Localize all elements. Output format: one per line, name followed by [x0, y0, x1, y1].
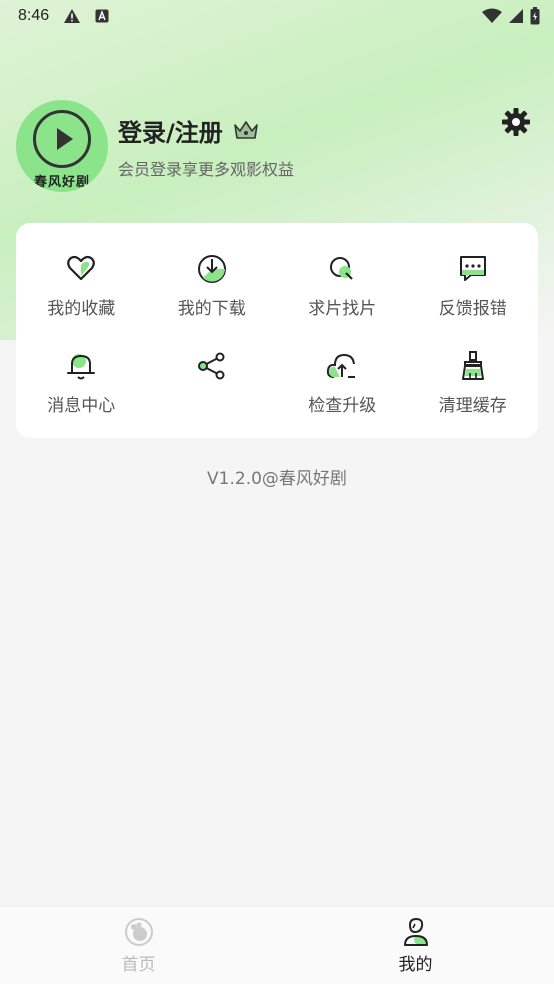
menu-item-share[interactable] — [147, 333, 278, 431]
tab-label: 首页 — [121, 955, 156, 975]
menu-label: 我的收藏 — [47, 298, 116, 319]
login-title[interactable]: 登录/注册 — [118, 113, 223, 148]
menu-label: 求片找片 — [308, 298, 377, 319]
menu-item-request[interactable]: 求片找片 — [277, 235, 408, 333]
avatar[interactable]: 春风好剧 — [16, 100, 108, 192]
upgrade-icon — [327, 354, 356, 379]
feedback-icon — [459, 255, 486, 281]
profile-text: 登录/注册 会员登录享更多观影权益 — [118, 112, 536, 180]
search-film-icon — [330, 256, 354, 280]
menu-grid: 我的收藏 我的下载 求片找片 反馈报错 消息中心 检查升级 清理缓存 — [16, 223, 538, 438]
play-icon — [57, 128, 73, 150]
menu-item-favorites[interactable]: 我的收藏 — [16, 235, 147, 333]
avatar-brand-text: 春风好剧 — [33, 175, 90, 190]
profile-header: 春风好剧 登录/注册 会员登录享更多观影权益 — [16, 100, 536, 192]
menu-item-messages[interactable]: 消息中心 — [16, 333, 147, 431]
menu-item-upgrade[interactable]: 检查升级 — [277, 333, 408, 431]
wifi-icon — [482, 8, 502, 23]
home-icon — [124, 918, 153, 946]
settings-button[interactable] — [500, 106, 532, 138]
battery-icon — [530, 7, 540, 25]
tab-label: 我的 — [398, 955, 433, 975]
menu-label: 消息中心 — [47, 396, 116, 417]
status-time: 8:46 — [18, 7, 50, 24]
login-row[interactable]: 登录/注册 — [118, 112, 536, 148]
share-icon — [197, 352, 225, 380]
crown-icon — [233, 121, 258, 139]
menu-label: 清理缓存 — [438, 396, 507, 417]
menu-label: 反馈报错 — [438, 298, 507, 319]
broom-icon — [461, 351, 484, 381]
profile-icon — [403, 917, 428, 946]
version-text: V1.2.0@春风好剧 — [207, 469, 347, 489]
bell-icon — [67, 354, 96, 380]
warning-icon — [64, 9, 81, 23]
menu-label: 我的下载 — [177, 298, 246, 319]
bottom-tab-bar: 首页 我的 — [0, 906, 554, 984]
gear-icon — [502, 108, 530, 136]
status-bar: 8:46 — [0, 0, 554, 32]
menu-item-downloads[interactable]: 我的下载 — [147, 235, 278, 333]
tab-profile[interactable]: 我的 — [277, 907, 554, 984]
signal-icon — [509, 9, 523, 23]
heart-icon — [67, 255, 96, 280]
menu-label: 检查升级 — [308, 396, 377, 417]
tab-home[interactable]: 首页 — [0, 907, 277, 984]
download-icon — [197, 254, 226, 283]
text-icon — [95, 9, 109, 23]
menu-item-feedback[interactable]: 反馈报错 — [408, 235, 539, 333]
menu-item-clear-cache[interactable]: 清理缓存 — [408, 333, 539, 431]
login-subtitle: 会员登录享更多观影权益 — [118, 160, 295, 179]
